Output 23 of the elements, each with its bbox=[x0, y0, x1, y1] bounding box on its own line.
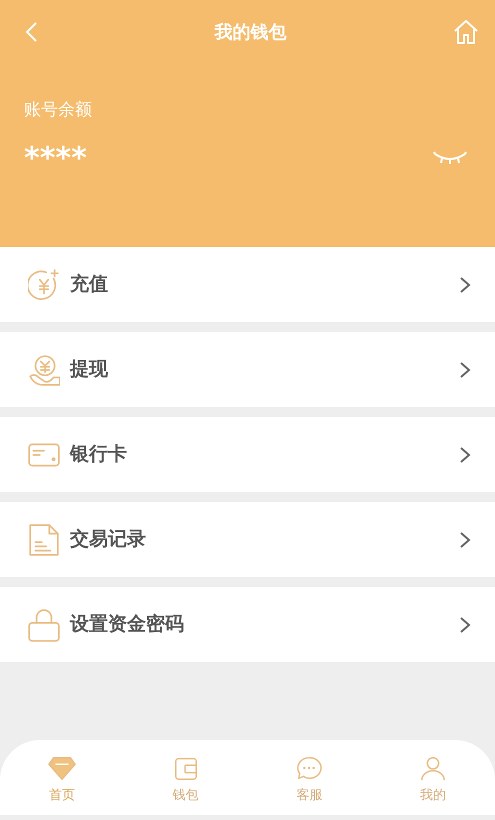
chevron-right-icon bbox=[459, 360, 471, 378]
balance-value: **** bbox=[24, 140, 87, 178]
menu-label: 交易记录 bbox=[70, 527, 146, 552]
menu-item[interactable]: 银行卡 bbox=[0, 417, 495, 492]
document-icon bbox=[28, 522, 60, 556]
coin-icon bbox=[28, 268, 60, 302]
menu-label: 充值 bbox=[70, 272, 108, 298]
chevron-right-icon bbox=[459, 530, 471, 548]
menu-item[interactable]: 交易记录 bbox=[0, 502, 495, 577]
menu-label: 提现 bbox=[70, 357, 108, 382]
menu-item[interactable]: 充值 bbox=[0, 247, 495, 322]
balance-label: 账号余额 bbox=[24, 99, 93, 122]
menu-label: 银行卡 bbox=[70, 442, 127, 468]
chevron-right-icon bbox=[459, 446, 471, 464]
menu-item[interactable]: 提现 bbox=[0, 332, 495, 407]
chevron-right-icon bbox=[459, 616, 471, 634]
chevron-right-icon bbox=[459, 276, 471, 294]
page-title: 我的钱包 bbox=[214, 20, 286, 44]
lock-icon bbox=[28, 608, 60, 642]
menu-label: 设置资金密码 bbox=[70, 612, 184, 638]
home-icon[interactable] bbox=[453, 19, 479, 45]
menu-item[interactable]: 设置资金密码 bbox=[0, 587, 495, 662]
hand-coin-icon bbox=[28, 352, 60, 386]
